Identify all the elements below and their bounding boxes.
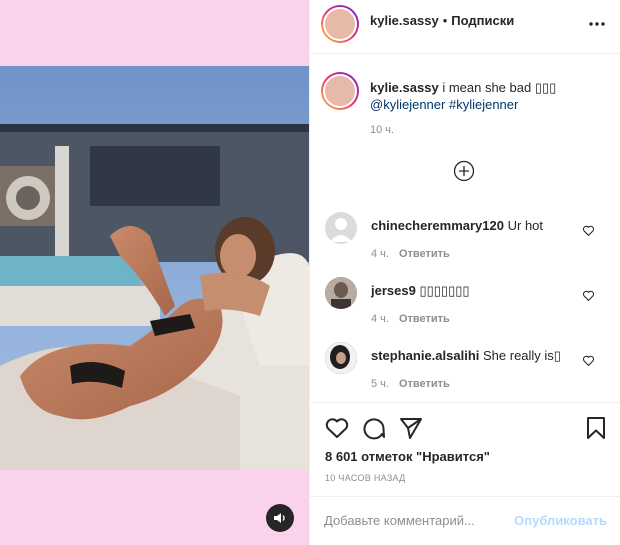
comment-body: ▯▯▯▯▯▯▯ [419,283,470,298]
speaker-icon [274,513,285,523]
commenter-username[interactable]: chinecheremmary120 [371,218,504,233]
author-avatar[interactable] [321,5,359,43]
likes-count[interactable]: 8 601 отметок "Нравится" [325,449,490,464]
comment-meta: 5 ч. Ответить [371,378,450,390]
header-author-line: kylie.sassy • Подписки [370,13,514,28]
mention-link[interactable]: @kyliejenner [370,97,445,112]
comment-text: chinecheremmary120 Ur hot [371,217,581,234]
plus-circle-icon[interactable] [453,160,475,182]
commenter-photo [325,277,357,309]
caption-avatar[interactable] [321,72,359,110]
post-actions: 8 601 отметок "Нравится" 10 ЧАСОВ НАЗАД [310,402,620,486]
reply-button[interactable]: Ответить [399,313,450,325]
more-horizontal-icon[interactable] [587,14,607,34]
sound-toggle-button[interactable] [266,504,294,532]
add-comment-bar: Опубликовать [310,496,620,545]
post-photo-image [0,66,309,470]
header-separator: • [442,13,448,28]
comment-item: jerses9 ▯▯▯▯▯▯▯ 4 ч. Ответить [310,277,620,337]
comment-text: stephanie.alsalihi She really is▯ [371,347,581,364]
commenter-avatar[interactable] [325,277,357,309]
caption-username[interactable]: kylie.sassy [370,80,439,95]
bookmark-icon[interactable] [583,415,609,441]
commenter-photo [325,342,357,374]
reply-button[interactable]: Ответить [399,248,450,260]
post-header: kylie.sassy • Подписки [310,0,620,54]
caption-text: kylie.sassy i mean she bad ▯▯▯ @kyliejen… [370,79,610,113]
comment-item: stephanie.alsalihi She really is▯ 5 ч. От… [310,342,620,402]
comment-time: 5 ч. [371,378,389,390]
post-timestamp: 10 ЧАСОВ НАЗАД [325,473,406,483]
comment-icon[interactable] [361,415,387,441]
comment-text: jerses9 ▯▯▯▯▯▯▯ [371,282,581,299]
commenter-username[interactable]: jerses9 [371,283,416,298]
caption-timestamp: 10 ч. [370,124,395,136]
publish-button[interactable]: Опубликовать [514,513,607,528]
comment-body: Ur hot [507,218,544,233]
comment-time: 4 ч. [371,313,389,325]
comment-item: chinecheremmary120 Ur hot 4 ч. Ответить [310,212,620,272]
post-side-panel: kylie.sassy • Подписки kylie.sassy i mean … [309,0,620,545]
comment-meta: 4 ч. Ответить [371,248,450,260]
commenter-avatar[interactable] [325,212,357,244]
comment-like-heart-icon[interactable] [582,289,595,302]
post-photo[interactable] [0,66,309,470]
share-icon[interactable] [398,415,424,441]
hashtag-link[interactable]: #kyliejenner [449,97,518,112]
reply-button[interactable]: Ответить [399,378,450,390]
comment-like-heart-icon[interactable] [582,354,595,367]
comment-like-heart-icon[interactable] [582,224,595,237]
comment-meta: 4 ч. Ответить [371,313,450,325]
comment-input[interactable] [324,509,504,531]
post-media-area [0,0,309,545]
caption-body: i mean she bad ▯▯▯ [442,80,557,95]
default-avatar-icon [330,218,352,242]
commenter-username[interactable]: stephanie.alsalihi [371,348,479,363]
author-username[interactable]: kylie.sassy [370,13,439,28]
heart-icon[interactable] [324,415,350,441]
comment-body: She really is▯ [483,348,561,363]
comment-time: 4 ч. [371,248,389,260]
following-button[interactable]: Подписки [451,13,514,28]
commenter-avatar[interactable] [325,342,357,374]
